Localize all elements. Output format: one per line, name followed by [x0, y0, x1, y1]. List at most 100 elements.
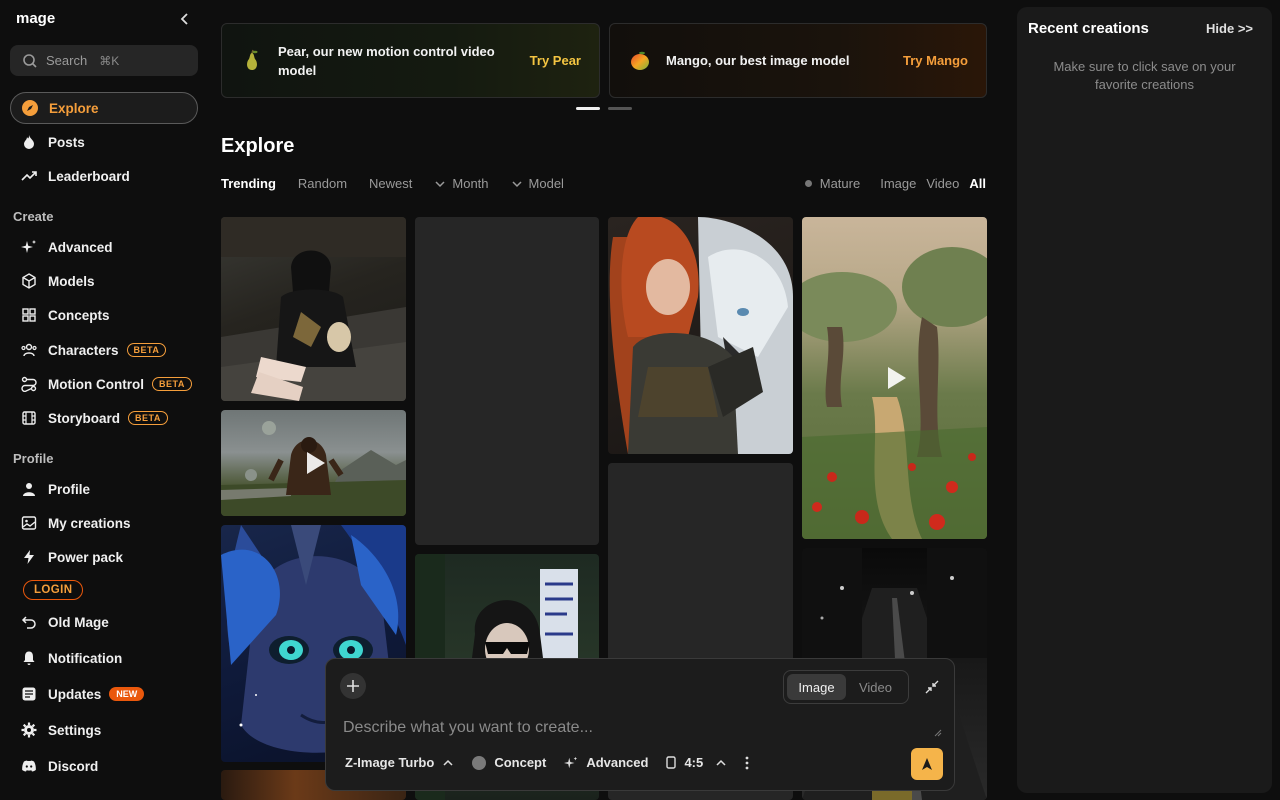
chevron-left-icon[interactable]: [177, 11, 193, 27]
sidebar-item-label: Notification: [48, 650, 123, 666]
try-pear-link[interactable]: Try Pear: [530, 53, 581, 68]
beta-badge: BETA: [126, 343, 167, 357]
filter-video[interactable]: Video: [926, 176, 959, 191]
search-input[interactable]: Search ⌘K: [10, 45, 198, 76]
gallery-image[interactable]: [608, 217, 793, 454]
chevron-down-icon: [512, 180, 522, 187]
banner-text: Mango, our best image model: [666, 53, 850, 68]
sidebar-item-motion-control[interactable]: Motion Control BETA: [10, 368, 198, 400]
tab-random[interactable]: Random: [298, 176, 347, 191]
sidebar-item-label: Leaderboard: [48, 168, 130, 184]
sidebar-item-notification[interactable]: Notification: [10, 642, 198, 674]
undo-icon: [20, 613, 38, 631]
advanced-settings-button[interactable]: Advanced: [564, 755, 648, 770]
banner-text: Pear, our new motion control video model: [278, 43, 495, 78]
sidebar-item-updates[interactable]: Updates NEW: [10, 678, 198, 710]
filter-image[interactable]: Image: [880, 176, 916, 191]
aspect-ratio-label: 4:5: [684, 755, 704, 770]
flame-icon: [20, 133, 38, 151]
concept-selector[interactable]: Concept: [472, 755, 546, 770]
advanced-label: Advanced: [586, 755, 649, 770]
more-options-button[interactable]: [745, 756, 749, 770]
concept-label: Concept: [494, 755, 547, 770]
gallery-image-placeholder[interactable]: [415, 217, 599, 545]
mode-video-button[interactable]: Video: [846, 674, 905, 700]
sidebar-item-storyboard[interactable]: Storyboard BETA: [10, 402, 198, 434]
generate-button[interactable]: [911, 748, 943, 780]
sidebar-item-advanced[interactable]: Advanced: [10, 231, 198, 263]
sidebar-item-power-pack[interactable]: Power pack: [10, 541, 198, 573]
sidebar-item-explore[interactable]: Explore: [10, 92, 198, 124]
sidebar-item-label: Storyboard: [48, 410, 121, 426]
carousel-dot[interactable]: [608, 107, 632, 110]
play-icon[interactable]: [887, 367, 906, 389]
sidebar-item-label: Old Mage: [48, 614, 109, 630]
sidebar-item-models[interactable]: Models: [10, 265, 198, 297]
discord-icon: [20, 757, 38, 775]
minimize-icon[interactable]: [924, 679, 940, 695]
filter-all[interactable]: All: [969, 176, 986, 191]
section-heading-profile: Profile: [13, 451, 54, 466]
hide-panel-button[interactable]: Hide >>: [1206, 21, 1253, 36]
model-dropdown[interactable]: Model: [511, 176, 564, 191]
app-root: mage Search ⌘K Explore Posts Leaderboard…: [0, 0, 1280, 800]
gallery-video[interactable]: [802, 217, 987, 539]
search-shortcut: ⌘K: [99, 53, 120, 68]
pear-icon: [247, 49, 258, 70]
mode-image-button[interactable]: Image: [787, 674, 846, 700]
sidebar-item-characters[interactable]: Characters BETA: [10, 334, 198, 366]
new-badge: NEW: [109, 687, 145, 701]
mode-toggle: Image Video: [783, 670, 909, 704]
users-icon: [20, 341, 38, 359]
sidebar-item-my-creations[interactable]: My creations: [10, 507, 198, 539]
sidebar-item-label: Settings: [48, 722, 102, 738]
prompt-input[interactable]: [343, 716, 941, 740]
sidebar-item-settings[interactable]: Settings: [10, 714, 198, 746]
sidebar-item-label: Updates: [48, 686, 102, 702]
gear-icon: [20, 721, 38, 739]
model-label: Model: [528, 176, 564, 191]
sidebar-item-leaderboard[interactable]: Leaderboard: [10, 160, 198, 192]
search-icon: [23, 53, 37, 68]
model-selector[interactable]: Z-Image Turbo: [345, 755, 454, 770]
sidebar-item-posts[interactable]: Posts: [10, 126, 198, 158]
sidebar-item-profile[interactable]: Profile: [10, 473, 198, 505]
resize-handle-icon[interactable]: [934, 729, 942, 737]
try-mango-link[interactable]: Try Mango: [903, 53, 968, 68]
sparkles-icon: [564, 756, 578, 768]
login-button[interactable]: LOGIN: [23, 580, 84, 600]
sidebar-item-label: Explore: [49, 100, 99, 116]
sidebar-item-old-mage[interactable]: Old Mage: [10, 606, 198, 638]
sidebar-item-label: Discord: [48, 758, 99, 774]
mature-toggle[interactable]: Mature: [804, 176, 860, 191]
sort-tabs: Trending Random Newest Month Model: [221, 176, 586, 191]
gallery-image[interactable]: [221, 217, 406, 401]
promo-banner-mango[interactable]: Mango, our best image model Try Mango: [609, 23, 987, 98]
prompt-panel: Image Video Z-Image Turbo Concept Advanc…: [325, 658, 955, 791]
bell-icon: [20, 649, 38, 667]
route-icon: [20, 375, 38, 393]
page-title: Explore: [221, 135, 295, 157]
beta-badge: BETA: [128, 411, 168, 425]
aspect-ratio-selector[interactable]: 4:5: [666, 755, 727, 770]
play-icon[interactable]: [306, 452, 325, 474]
gallery-video[interactable]: [221, 410, 406, 516]
sidebar-item-label: Profile: [48, 481, 91, 497]
add-attachment-button[interactable]: [340, 673, 366, 699]
chevron-up-icon: [443, 759, 453, 766]
trending-up-icon: [20, 167, 38, 185]
sidebar-item-concepts[interactable]: Concepts: [10, 299, 198, 331]
portrait-rect-icon: [666, 756, 677, 769]
carousel-dot[interactable]: [576, 107, 600, 110]
tab-trending[interactable]: Trending: [221, 176, 276, 191]
recent-creations-title: Recent creations: [1028, 20, 1149, 37]
promo-banner-pear[interactable]: Pear, our new motion control video model…: [221, 23, 600, 98]
more-vertical-icon: [745, 756, 749, 769]
sidebar-item-discord[interactable]: Discord: [10, 750, 198, 782]
sidebar-item-label: Characters: [48, 342, 119, 358]
cube-icon: [20, 272, 38, 290]
sidebar-item-label: Advanced: [48, 239, 113, 255]
app-logo[interactable]: mage: [16, 10, 55, 27]
tab-newest[interactable]: Newest: [369, 176, 412, 191]
month-dropdown[interactable]: Month: [434, 176, 489, 191]
